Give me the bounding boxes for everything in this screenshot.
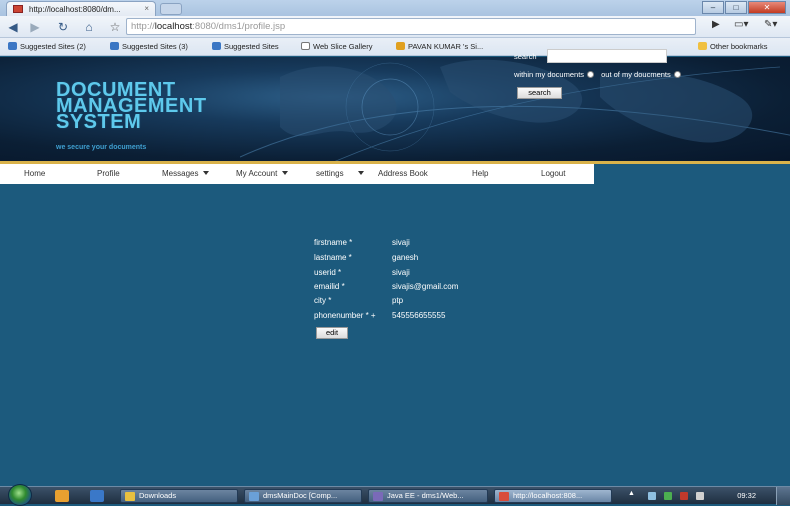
search-button[interactable]: search [517,87,562,99]
tab-close-icon[interactable]: × [144,4,149,13]
network-icon[interactable] [648,492,656,500]
taskbar-item[interactable]: dmsMainDoc [Comp... [244,489,362,503]
within-docs-radio[interactable] [587,71,595,78]
url-path: :8080/dms1/profile.jsp [192,21,286,32]
search-input[interactable] [547,49,667,63]
ie-icon [212,42,221,50]
address-bar[interactable]: http://localhost:8080/dms1/profile.jsp [126,18,696,35]
page-icon [301,42,310,50]
menu-home[interactable]: Home [24,169,45,178]
bookmark-item[interactable]: Web Slice Gallery [301,42,372,51]
search-label: search [514,52,537,61]
menu-settings[interactable]: settings [316,169,364,178]
chrome-icon [499,492,509,501]
field-value: 545556655555 [392,311,446,320]
field-label: userid * [314,268,342,277]
field-label: emailid * [314,282,345,291]
folder-icon [698,42,707,50]
page-favicon-icon [13,5,23,13]
tab-title: http://localhost:8080/dm... [29,5,121,14]
taskbar-item-active[interactable]: http://localhost:808... [494,489,612,503]
new-tab-button[interactable] [160,3,182,15]
system-tray: ▲ 09:32 [622,487,790,505]
eclipse-icon [373,492,383,501]
menu-address-book[interactable]: Address Book [378,169,428,178]
bookmark-item[interactable]: Suggested Sites (3) [110,42,188,51]
clock[interactable]: 09:32 [737,491,756,500]
outof-docs-label: out of my doucments [601,70,671,79]
tray-expand-icon[interactable]: ▲ [628,490,636,498]
bookmarks-bar: Suggested Sites (2) Suggested Sites (3) … [0,38,790,56]
show-desktop-button[interactable] [776,487,790,505]
back-arrow-icon[interactable]: ◀ [4,19,22,35]
field-label: phonenumber * + [314,311,376,320]
folder-icon [125,492,135,501]
within-docs-label: within my documents [514,70,585,79]
close-window-button[interactable]: ✕ [748,1,786,14]
volume-icon[interactable] [696,492,704,500]
site-tagline: we secure your documents [56,144,147,151]
taskbar-item[interactable]: Java EE - dms1/Web... [368,489,488,503]
menu-logout[interactable]: Logout [541,169,565,178]
field-value: ptp [392,296,404,305]
start-button-icon[interactable] [8,484,32,506]
chevron-down-icon [357,171,364,175]
chevron-down-icon [203,171,210,175]
main-menu: Home Profile Messages My Account setting… [0,164,594,184]
windows-taskbar: Downloads dmsMainDoc [Comp... Java EE - … [0,484,790,506]
browser-toolbar: ◀ ▶ ↻ ⌂ ☆ http://localhost:8080/dms1/pro… [0,16,790,38]
menu-profile[interactable]: Profile [97,169,120,178]
field-value: sivaji [392,268,410,277]
home-icon[interactable]: ⌂ [80,19,98,35]
ie-icon [8,42,17,50]
tray-app-icon[interactable] [680,492,688,500]
go-icon[interactable]: ▶ [712,19,720,30]
field-value: ganesh [392,253,419,262]
menu-messages[interactable]: Messages [162,169,210,178]
field-label: firstname * [314,238,353,247]
window-controls: – □ ✕ [702,1,786,14]
menu-my-account[interactable]: My Account [236,169,289,178]
field-label: lastname * [314,253,352,262]
field-value: sivaji [392,238,410,247]
bookmark-star-icon[interactable]: ☆ [106,19,124,35]
edit-button[interactable]: edit [316,327,348,339]
explorer-quicklaunch-icon[interactable] [55,490,69,502]
browser-window: http://localhost:8080/dm... × – □ ✕ ◀ ▶ … [0,0,790,506]
site-logo: DOCUMENT MANAGEMENT SYSTEM [56,79,207,133]
url-host: localhost [154,21,193,32]
menu-help[interactable]: Help [472,169,488,178]
outof-docs-radio[interactable] [673,71,681,78]
other-bookmarks[interactable]: Other bookmarks [698,42,768,51]
browser-titlebar: http://localhost:8080/dm... × – □ ✕ [0,0,790,16]
field-value: sivajis@gmail.com [392,282,459,291]
ie-quicklaunch-icon[interactable] [90,490,104,502]
search-scope-options: within my documents out of my doucments [514,70,686,79]
wrench-menu-icon[interactable]: ✎▾ [764,19,777,30]
site-icon [396,42,405,50]
forward-arrow-icon[interactable]: ▶ [26,19,44,35]
url-scheme: http:// [131,21,155,32]
tray-app-icon[interactable] [664,492,672,500]
browser-tab[interactable]: http://localhost:8080/dm... × [6,1,156,16]
document-icon [249,492,259,501]
reload-icon[interactable]: ↻ [54,19,72,35]
ie-icon [110,42,119,50]
bookmark-item[interactable]: Suggested Sites [212,42,279,51]
maximize-button[interactable]: □ [725,1,747,14]
bookmark-item[interactable]: PAVAN KUMAR 's Si... [396,42,483,51]
chevron-down-icon [282,171,289,175]
bookmark-item[interactable]: Suggested Sites (2) [8,42,86,51]
taskbar-item[interactable]: Downloads [120,489,238,503]
minimize-button[interactable]: – [702,1,724,14]
field-label: city * [314,296,332,305]
page-menu-icon[interactable]: ▭▾ [734,19,748,30]
